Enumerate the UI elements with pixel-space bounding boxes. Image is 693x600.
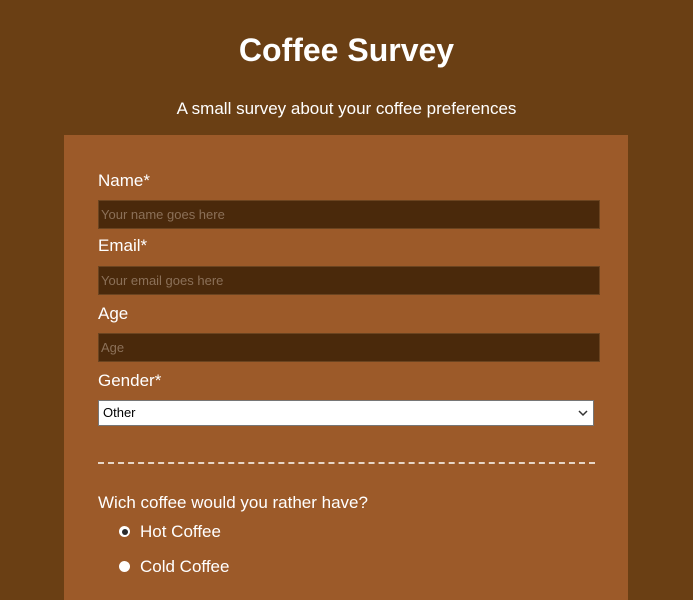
page-subtitle: A small survey about your coffee prefere…	[176, 99, 517, 118]
survey-form: Name* Email* Age Gender* Other Wich coff…	[64, 135, 628, 600]
radio-button-cold-coffee[interactable]	[119, 561, 130, 572]
coffee-question: Wich coffee would you rather have?	[98, 493, 368, 512]
name-input[interactable]	[98, 200, 600, 229]
email-label: Email*	[98, 236, 148, 255]
email-input[interactable]	[98, 266, 600, 295]
radio-label-hot-coffee: Hot Coffee	[140, 522, 221, 541]
chevron-down-icon	[578, 410, 588, 417]
section-divider	[98, 462, 595, 464]
age-label: Age	[98, 304, 129, 323]
gender-label: Gender*	[98, 371, 162, 390]
page-title: Coffee Survey	[238, 32, 455, 68]
name-label: Name*	[98, 171, 150, 190]
gender-select[interactable]: Other	[98, 400, 594, 426]
age-input[interactable]	[98, 333, 600, 362]
survey-page: Coffee Survey A small survey about your …	[0, 0, 693, 600]
radio-button-hot-coffee[interactable]	[119, 526, 130, 537]
radio-label-cold-coffee: Cold Coffee	[140, 557, 230, 576]
gender-selected-value: Other	[103, 405, 136, 420]
